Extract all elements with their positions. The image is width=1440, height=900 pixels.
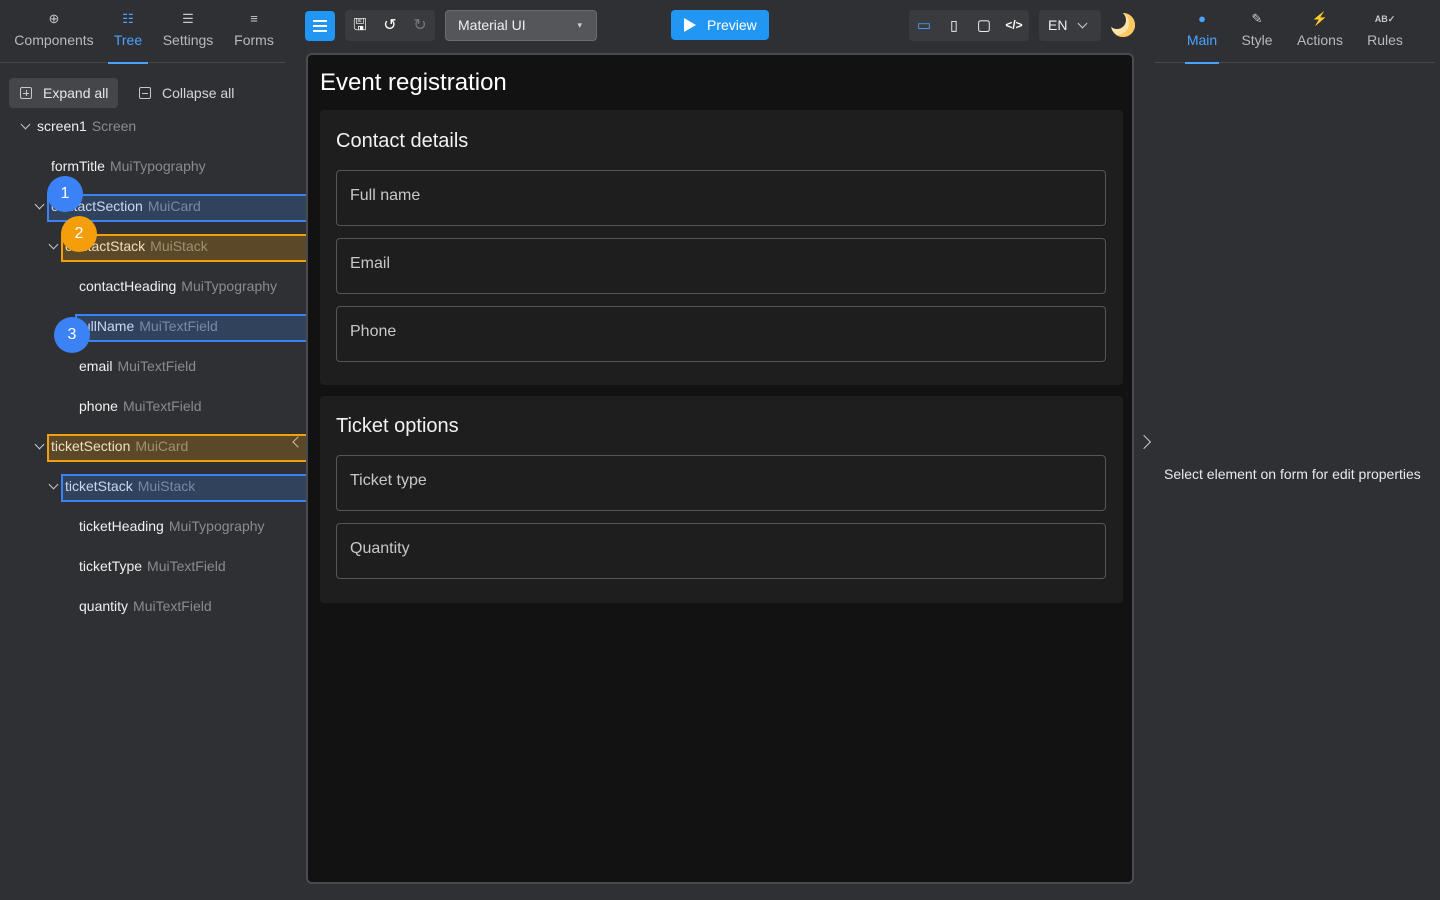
chevron-down-icon: [1077, 18, 1088, 29]
brush-icon: ✎: [1251, 11, 1263, 26]
right-tabs: ● Main ✎ Style ⚡ Actions AB✓ Rules: [1155, 0, 1435, 64]
rules-icon: AB✓: [1374, 14, 1396, 24]
chevron-left-icon[interactable]: [292, 436, 304, 448]
language-select[interactable]: EN: [1039, 10, 1101, 41]
code-icon[interactable]: </>: [999, 10, 1029, 41]
play-icon: [684, 18, 696, 32]
menu-button[interactable]: [305, 11, 335, 41]
tab-rules[interactable]: AB✓ Rules: [1365, 0, 1405, 63]
list-icon: ≡: [250, 11, 258, 26]
chevron-down-icon[interactable]: [34, 439, 45, 450]
tab-settings[interactable]: ☰ Settings: [158, 0, 218, 63]
save-icon[interactable]: 🖫: [345, 10, 375, 41]
annotation-badge: 2: [61, 216, 97, 252]
tab-components[interactable]: ⊕ Components: [10, 0, 98, 63]
hamburger-line: [313, 25, 327, 27]
dot-icon: ●: [1198, 11, 1206, 26]
expand-all-button[interactable]: Expand all: [9, 78, 118, 108]
caret-down-icon: ▾: [577, 20, 582, 30]
contact-section-card[interactable]: Contact details Full name Email Phone: [320, 110, 1123, 385]
hamburger-icon: [313, 20, 327, 22]
full-name-field[interactable]: Full name: [336, 170, 1106, 226]
phone-field[interactable]: Phone: [336, 306, 1106, 362]
ticket-heading[interactable]: Ticket options: [336, 415, 459, 438]
tab-actions[interactable]: ⚡ Actions: [1295, 0, 1345, 63]
collapse-all-button[interactable]: Collapse all: [128, 78, 248, 108]
tree-node-ticketheading[interactable]: ticketHeading MuiTypography: [79, 514, 265, 538]
tree-node-tickettype[interactable]: ticketType MuiTextField: [79, 554, 226, 578]
tab-forms[interactable]: ≡ Forms: [230, 0, 278, 63]
mobile-icon[interactable]: ▯: [939, 10, 969, 41]
tree-node-email[interactable]: email MuiTextField: [79, 354, 196, 378]
viewport-group: ▭ ▯ ▢ </>: [909, 10, 1029, 41]
tree-icon: ☷: [122, 11, 134, 26]
annotation-badge: 3: [54, 317, 90, 353]
sliders-icon: ☰: [182, 11, 194, 26]
bolt-icon: ⚡: [1311, 11, 1329, 26]
properties-hint: Select element on form for edit properti…: [1164, 466, 1421, 482]
tree-node-phone[interactable]: phone MuiTextField: [79, 394, 202, 418]
tab-style[interactable]: ✎ Style: [1239, 0, 1275, 63]
plus-circle-icon: ⊕: [48, 11, 60, 26]
tree-node-quantity[interactable]: quantity MuiTextField: [79, 594, 212, 618]
ticket-section-card[interactable]: Ticket options Ticket type Quantity: [320, 396, 1123, 603]
left-panel: ⊕ Components ☷ Tree ☰ Settings ≡ Forms E…: [0, 0, 341, 900]
chevron-down-icon[interactable]: [48, 479, 59, 490]
chevron-down-icon[interactable]: [48, 239, 59, 250]
collapse-icon: [139, 87, 151, 99]
preview-button[interactable]: Preview: [671, 10, 769, 40]
quantity-field[interactable]: Quantity: [336, 523, 1106, 579]
email-field[interactable]: Email: [336, 238, 1106, 294]
file-actions-group: 🖫 ↺ ↻: [345, 10, 435, 41]
tree-node-formtitle[interactable]: formTitle MuiTypography: [51, 154, 206, 178]
tree-node-screen1[interactable]: screen1 Screen: [37, 114, 136, 138]
contact-heading[interactable]: Contact details: [336, 130, 468, 153]
form-title[interactable]: Event registration: [320, 69, 507, 97]
chevron-down-icon[interactable]: [20, 119, 31, 130]
chevron-right-icon[interactable]: [1136, 434, 1152, 450]
tree-node-fullname[interactable]: fullName MuiTextField: [79, 314, 218, 338]
tree-node-ticketsection[interactable]: ticketSection MuiCard: [51, 434, 188, 458]
hamburger-line: [313, 30, 327, 32]
theme-select[interactable]: Material UI ▾: [445, 10, 597, 41]
left-tabs: ⊕ Components ☷ Tree ☰ Settings ≡ Forms: [0, 0, 285, 64]
tree-node-ticketstack[interactable]: ticketStack MuiStack: [65, 474, 195, 498]
ticket-type-field[interactable]: Ticket type: [336, 455, 1106, 511]
undo-icon[interactable]: ↺: [375, 10, 405, 41]
tab-main[interactable]: ● Main: [1185, 0, 1219, 64]
tree-node-contactheading[interactable]: contactHeading MuiTypography: [79, 274, 277, 298]
tab-tree[interactable]: ☷ Tree: [108, 0, 148, 64]
tablet-icon[interactable]: ▢: [969, 10, 999, 41]
chevron-down-icon[interactable]: [34, 199, 45, 210]
form-canvas: Event registration Contact details Full …: [306, 53, 1134, 884]
desktop-icon[interactable]: ▭: [909, 10, 939, 41]
moon-icon[interactable]: [1108, 11, 1135, 37]
annotation-badge: 1: [47, 176, 83, 212]
expand-icon: [20, 87, 32, 99]
redo-icon[interactable]: ↻: [405, 10, 435, 41]
